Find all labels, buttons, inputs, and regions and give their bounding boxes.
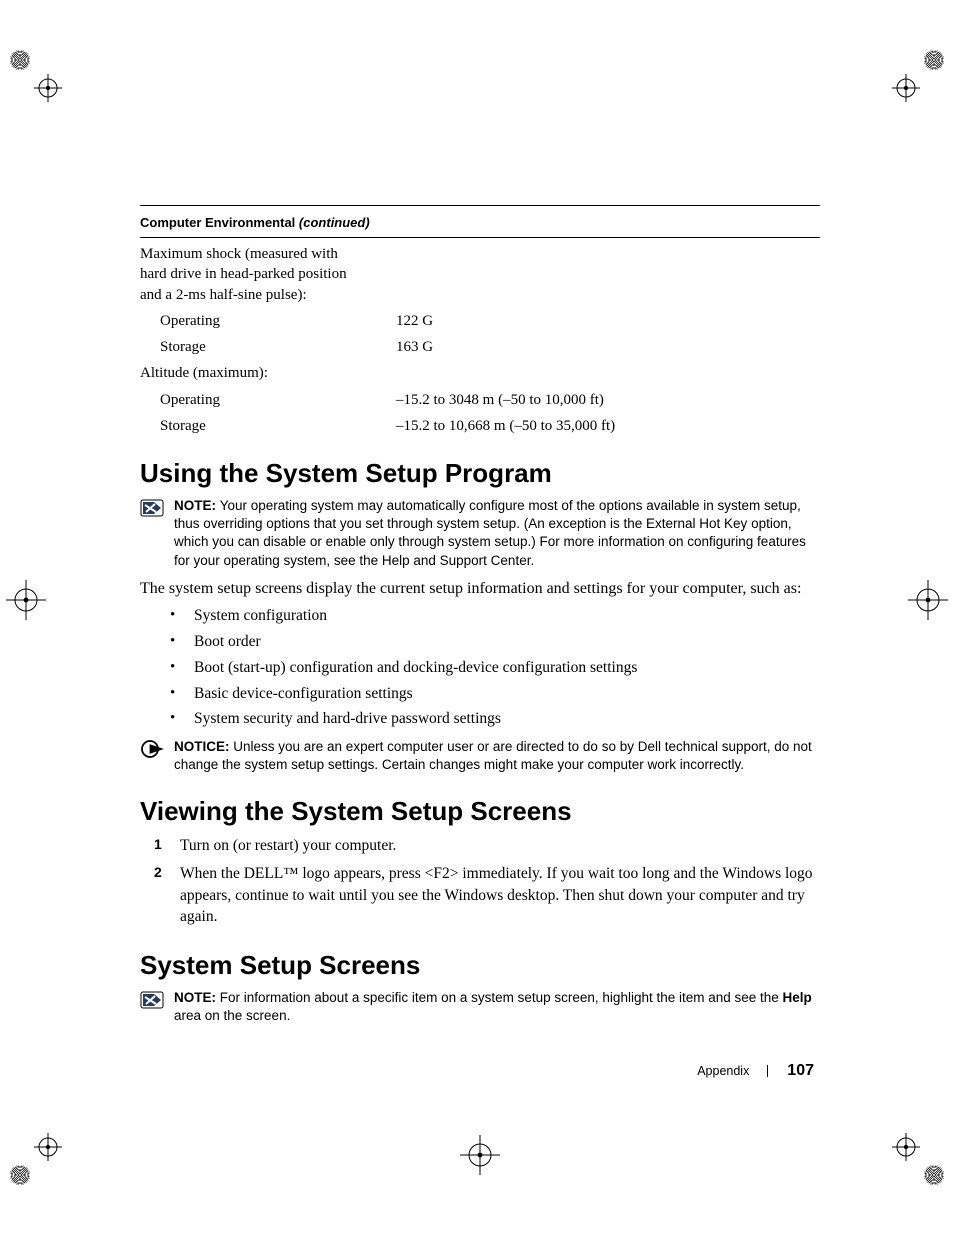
cell-value: –15.2 to 3048 m (–50 to 10,000 ft) (396, 390, 820, 410)
footer-separator (767, 1065, 768, 1077)
cell-label: Storage (140, 416, 396, 436)
notice-text: Unless you are an expert computer user o… (174, 739, 812, 772)
step-number: 2 (154, 863, 162, 883)
registration-mark-icon (6, 580, 46, 625)
heading-using-system-setup: Using the System Setup Program (140, 458, 820, 489)
table-header-b: (continued) (299, 215, 370, 230)
heading-viewing-screens: Viewing the System Setup Screens (140, 796, 820, 827)
step-number: 1 (154, 835, 162, 855)
row-shock-label: Maximum shock (measured with hard drive … (140, 244, 820, 305)
note-hotkey: External Hot Key (646, 516, 747, 531)
note-icon (140, 499, 166, 570)
cell-label: Operating (140, 390, 396, 410)
registration-mark-icon (892, 50, 944, 102)
cell-value: 122 G (396, 311, 820, 331)
note-icon (140, 991, 166, 1025)
footer-section: Appendix (697, 1064, 749, 1078)
registration-mark-icon (892, 1133, 944, 1185)
registration-mark-icon (908, 580, 948, 625)
registration-mark-icon (10, 50, 62, 102)
row-alt-storage: Storage –15.2 to 10,668 m (–50 to 35,000… (140, 416, 820, 436)
row-alt-label: Altitude (maximum): (140, 363, 820, 383)
bullet-list: System configuration Boot order Boot (st… (140, 605, 820, 729)
note-body: NOTE: For information about a specific i… (174, 989, 820, 1025)
notice-callout: NOTICE: Unless you are an expert compute… (140, 738, 820, 774)
note-lead: NOTE: (174, 990, 220, 1005)
registration-mark-icon (460, 1135, 500, 1180)
table-rule-top (140, 205, 820, 206)
list-item: 1 Turn on (or restart) your computer. (140, 835, 820, 857)
list-item: Boot (start-up) configuration and dockin… (140, 657, 820, 679)
note-callout: NOTE: Your operating system may automati… (140, 497, 820, 570)
page-content: Computer Environmental (continued) Maxim… (140, 205, 820, 1034)
cell-label: Storage (140, 337, 396, 357)
note-text-a: For information about a specific item on… (220, 990, 783, 1005)
intro-paragraph: The system setup screens display the cur… (140, 578, 820, 600)
row-alt-operating: Operating –15.2 to 3048 m (–50 to 10,000… (140, 390, 820, 410)
numbered-steps: 1 Turn on (or restart) your computer. 2 Wh… (140, 835, 820, 928)
list-item: System configuration (140, 605, 820, 627)
notice-icon (140, 740, 166, 774)
cell-label: Altitude (maximum): (140, 363, 376, 383)
step-text: Turn on (or restart) your computer. (180, 837, 396, 854)
list-item: Basic device-configuration settings (140, 683, 820, 705)
page-footer: Appendix 107 (697, 1062, 814, 1080)
notice-body: NOTICE: Unless you are an expert compute… (174, 738, 820, 774)
note-callout: NOTE: For information about a specific i… (140, 989, 820, 1025)
step-text: When the DELL™ logo appears, press <F2> … (180, 865, 813, 925)
notice-lead: NOTICE: (174, 739, 233, 754)
heading-system-setup-screens: System Setup Screens (140, 950, 820, 981)
list-item: Boot order (140, 631, 820, 653)
table-header-a: Computer Environmental (140, 215, 299, 230)
table-header: Computer Environmental (continued) (140, 210, 820, 238)
note-text-b: area on the screen. (174, 1008, 290, 1023)
cell-label: Maximum shock (measured with hard drive … (140, 244, 376, 305)
cell-value: –15.2 to 10,668 m (–50 to 35,000 ft) (396, 416, 820, 436)
cell-label: Operating (140, 311, 396, 331)
list-item: 2 When the DELL™ logo appears, press <F2>… (140, 863, 820, 928)
row-shock-storage: Storage 163 G (140, 337, 820, 357)
footer-page-number: 107 (787, 1062, 814, 1079)
row-shock-operating: Operating 122 G (140, 311, 820, 331)
note-body: NOTE: Your operating system may automati… (174, 497, 820, 570)
registration-mark-icon (10, 1133, 62, 1185)
note-help: Help (783, 990, 812, 1005)
note-lead: NOTE: (174, 498, 220, 513)
cell-value: 163 G (396, 337, 820, 357)
list-item: System security and hard-drive password … (140, 708, 820, 730)
